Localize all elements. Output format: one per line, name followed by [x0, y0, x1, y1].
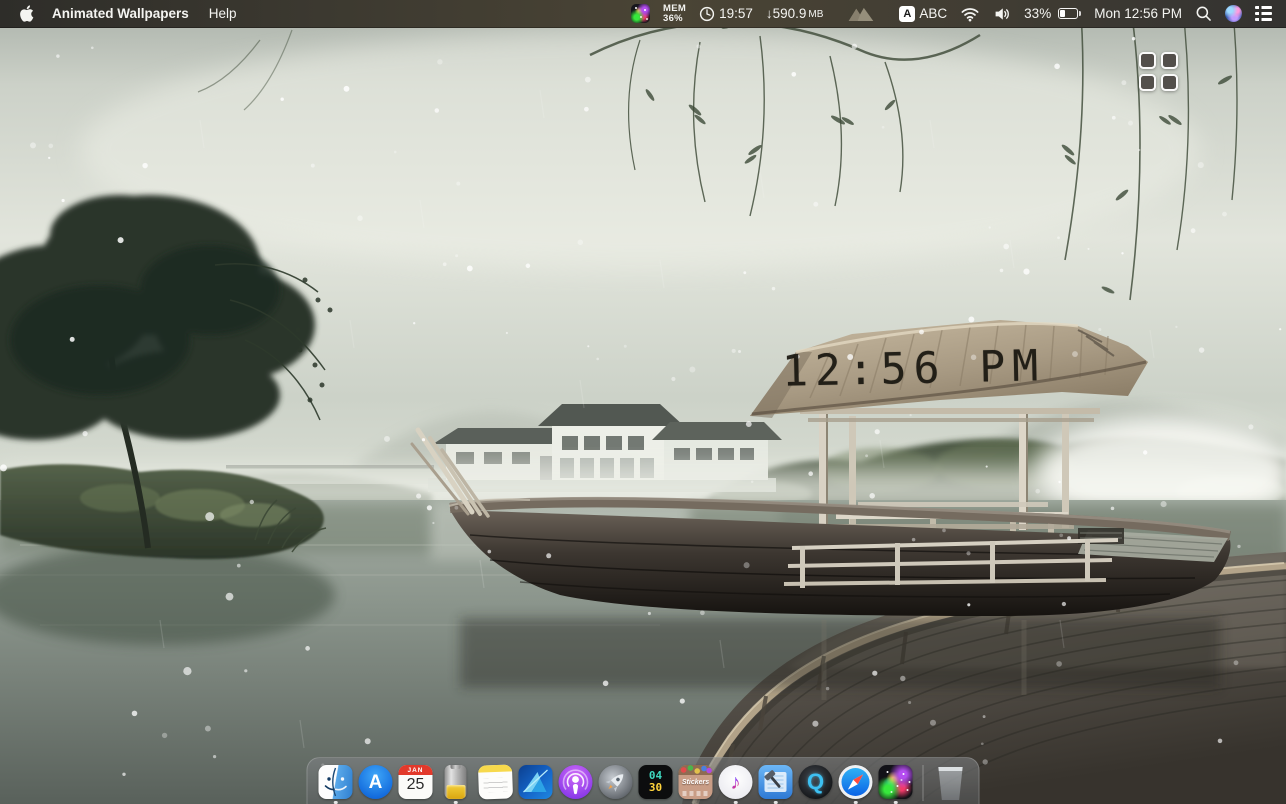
dock-item-podcasts[interactable]	[558, 763, 594, 804]
launchpad-icon	[599, 765, 633, 799]
xcode-icon	[759, 765, 793, 799]
dock-item-calendar[interactable]: JAN25	[398, 763, 434, 804]
dock-item-stickers[interactable]: Stickers	[678, 763, 714, 804]
input-name: ABC	[919, 6, 947, 21]
dock-item-design-app[interactable]	[518, 763, 554, 804]
battery-app-icon	[445, 765, 467, 799]
dock-item-finder[interactable]	[318, 763, 354, 804]
running-indicator	[774, 801, 778, 804]
spotlight-item[interactable]	[1195, 5, 1212, 22]
animated-wallpapers-icon	[879, 765, 913, 799]
siri-item[interactable]	[1225, 5, 1242, 22]
battery-percent: 33%	[1024, 6, 1051, 21]
dock-item-trash[interactable]	[933, 763, 969, 804]
speaker-icon	[993, 6, 1011, 22]
dock: AJAN25 0430Stickers♪ Q	[307, 757, 980, 804]
sparkle-icon	[631, 4, 650, 23]
app-store-icon: A	[359, 765, 393, 799]
running-indicator	[894, 801, 898, 804]
wallpaper-clock: 12:56 PM	[782, 341, 1046, 396]
design-app-icon	[519, 765, 553, 799]
dock-item-safari[interactable]	[838, 763, 874, 804]
dock-item-clock-app[interactable]: 0430	[638, 763, 674, 804]
dock-item-animated-wallpapers[interactable]	[878, 763, 914, 804]
music-icon: ♪	[719, 765, 753, 799]
desktop-grid-button[interactable]	[1139, 52, 1178, 91]
notification-list-icon	[1255, 5, 1272, 23]
finder-icon	[319, 765, 353, 799]
stickers-icon: Stickers	[679, 765, 713, 799]
menu-help[interactable]: Help	[209, 6, 237, 21]
calendar-icon: JAN25	[399, 765, 433, 799]
grid-cell	[1161, 74, 1178, 91]
notes-icon	[478, 764, 513, 799]
dock-item-xcode[interactable]	[758, 763, 794, 804]
running-indicator	[454, 801, 458, 804]
wallpapers-status-item[interactable]	[631, 4, 650, 23]
mountain-status-item[interactable]	[846, 5, 876, 22]
clock-icon	[699, 6, 715, 22]
running-indicator	[854, 801, 858, 804]
input-source-item[interactable]: A ABC	[899, 6, 947, 22]
dock-item-battery-app[interactable]	[438, 763, 474, 804]
clock-app-icon: 0430	[639, 765, 673, 799]
timer-value: 19:57	[719, 6, 753, 21]
safari-icon	[839, 765, 873, 799]
grid-cell	[1161, 52, 1178, 69]
mem-value: 36%	[663, 14, 683, 24]
grid-cell	[1139, 74, 1156, 91]
siri-icon	[1225, 5, 1242, 22]
dock-item-music[interactable]: ♪	[718, 763, 754, 804]
memory-status-item[interactable]: MEM 36%	[663, 4, 686, 24]
grid-cell	[1139, 52, 1156, 69]
mountain-icon	[846, 5, 876, 22]
running-indicator	[734, 801, 738, 804]
active-app-menu[interactable]: Animated Wallpapers	[52, 6, 189, 21]
quicktime-icon: Q	[799, 765, 833, 799]
apple-menu[interactable]	[19, 5, 34, 22]
menu-clock[interactable]: Mon 12:56 PM	[1094, 6, 1182, 21]
network-down-value: ↓590.9	[766, 6, 807, 21]
trash-icon	[937, 767, 964, 800]
dock-item-quicktime[interactable]: Q	[798, 763, 834, 804]
timer-status-item[interactable]: 19:57	[699, 6, 753, 22]
network-status-item[interactable]: ↓590.9 MB	[766, 6, 824, 21]
dock-item-notes[interactable]	[478, 763, 514, 804]
dock-item-launchpad[interactable]	[598, 763, 634, 804]
battery-icon	[1058, 8, 1081, 19]
mem-label: MEM	[663, 4, 686, 14]
running-indicator	[334, 801, 338, 804]
desktop: 12:56 PM Animated Wallpapers Help MEM 36…	[0, 0, 1286, 804]
volume-status-item[interactable]	[993, 6, 1011, 22]
search-icon	[1195, 5, 1212, 22]
apple-icon	[19, 5, 34, 22]
podcasts-icon	[559, 765, 593, 799]
wifi-icon	[960, 6, 980, 22]
network-unit: MB	[808, 9, 823, 21]
menu-bar: Animated Wallpapers Help MEM 36% 19:57 ↓…	[0, 0, 1286, 28]
input-badge: A	[899, 6, 915, 22]
dock-separator	[923, 765, 924, 801]
notification-center-item[interactable]	[1255, 5, 1272, 23]
wallpaper-scene	[0, 0, 1286, 804]
battery-status-item[interactable]: 33%	[1024, 6, 1081, 21]
dock-item-app-store[interactable]: A	[358, 763, 394, 804]
wifi-status-item[interactable]	[960, 6, 980, 22]
